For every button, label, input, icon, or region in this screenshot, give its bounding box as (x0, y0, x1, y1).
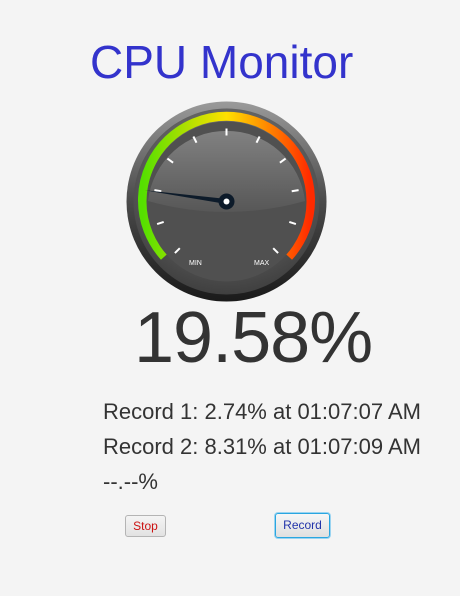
gauge-min-label: MIN (189, 260, 202, 267)
record-3-text: --.--% (103, 469, 158, 494)
record-button[interactable]: Record (275, 513, 330, 538)
record-1-text: Record 1: 2.74% at 01:07:07 AM (103, 399, 421, 424)
record-2-text: Record 2: 8.31% at 01:07:09 AM (103, 434, 421, 459)
gauge-tick (291, 189, 299, 193)
gauge-hub-center (223, 198, 230, 205)
cpu-gauge: MIN MAX (126, 101, 327, 302)
gauge-tick (154, 189, 162, 193)
stop-button[interactable]: Stop (125, 515, 166, 537)
app-title: CPU Monitor (90, 36, 354, 88)
cpu-percent-readout: 19.58% (134, 298, 373, 378)
gauge-max-label: MAX (254, 260, 270, 267)
